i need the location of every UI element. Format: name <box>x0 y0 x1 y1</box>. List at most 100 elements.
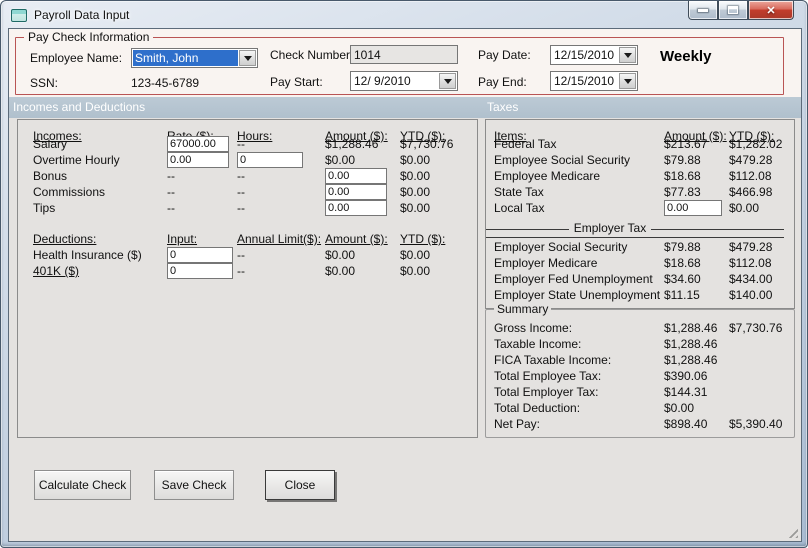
employer-state-unemployment-ytd: $140.00 <box>729 288 773 302</box>
pay-start-datepicker[interactable]: 12/ 9/2010 <box>350 71 458 91</box>
401k-input[interactable] <box>167 263 233 279</box>
client-area: Pay Check Information Employee Name: Smi… <box>8 28 802 542</box>
tax-row-employer-medicare: Employer Medicare $18.68 $112.08 <box>486 255 794 271</box>
salary-hours: -- <box>237 137 245 151</box>
employer-fed-unemployment-amount: $34.60 <box>664 272 701 286</box>
pay-start-value: 12/ 9/2010 <box>354 74 411 88</box>
window-controls: ✕ <box>688 1 794 20</box>
employee-name-label: Employee Name: <box>30 51 123 65</box>
close-icon: ✕ <box>766 4 776 17</box>
total-employer-tax-amount: $144.31 <box>664 385 708 399</box>
chevron-down-icon[interactable] <box>239 50 256 66</box>
net-pay-ytd: $5,390.40 <box>729 417 783 431</box>
employee-name-value: Smith, John <box>133 50 238 66</box>
employer-medicare-amount: $18.68 <box>664 256 701 270</box>
tax-row-employee-ss: Employee Social Security $79.88 $479.28 <box>486 152 794 168</box>
tax-row-local: Local Tax $0.00 <box>486 200 794 216</box>
calculate-check-button[interactable]: Calculate Check <box>34 470 131 500</box>
tax-label: Employee Medicare <box>494 169 601 183</box>
deduction-row-401k: 401K ($) -- $0.00 $0.00 <box>18 263 477 279</box>
summary-legend: Summary <box>494 302 552 316</box>
commissions-rate: -- <box>167 185 175 199</box>
employee-medicare-amount: $18.68 <box>664 169 701 183</box>
summary-row-total-deduction: Total Deduction: $0.00 <box>486 400 794 416</box>
employer-medicare-ytd: $112.08 <box>729 256 772 270</box>
tax-label: Federal Tax <box>494 137 557 151</box>
tips-amount-input[interactable] <box>325 200 387 216</box>
federal-tax-amount: $213.67 <box>664 137 708 151</box>
tax-row-employer-ss: Employer Social Security $79.88 $479.28 <box>486 239 794 255</box>
maximize-icon <box>728 6 738 14</box>
pay-end-datepicker[interactable]: 12/15/2010 <box>550 71 638 91</box>
check-number-input[interactable] <box>350 45 458 64</box>
income-label: Bonus <box>33 169 68 183</box>
tax-row-federal: Federal Tax $213.67 $1,282.02 <box>486 136 794 152</box>
close-window-button[interactable]: ✕ <box>748 1 794 20</box>
ssn-value: 123-45-6789 <box>131 76 200 90</box>
minimize-button[interactable] <box>688 1 718 20</box>
net-pay-amount: $898.40 <box>664 417 708 431</box>
income-row-tips: Tips -- -- $0.00 <box>18 200 477 216</box>
employer-tax-divider: Employer Tax <box>486 221 784 238</box>
summary-row-gross-income: Gross Income: $1,288.46 $7,730.76 <box>486 320 794 336</box>
commissions-amount-input[interactable] <box>325 184 387 200</box>
pay-date-datepicker[interactable]: 12/15/2010 <box>550 45 638 65</box>
health-insurance-ytd: $0.00 <box>400 248 431 262</box>
total-deduction-amount: $0.00 <box>664 401 695 415</box>
tax-label: State Tax <box>494 185 544 199</box>
deduction-label: Health Insurance ($) <box>33 248 142 262</box>
income-row-bonus: Bonus -- -- $0.00 <box>18 168 477 184</box>
save-check-button[interactable]: Save Check <box>154 470 234 500</box>
bonus-rate: -- <box>167 169 175 183</box>
salary-rate-input[interactable] <box>167 136 229 152</box>
bonus-hours: -- <box>237 169 245 183</box>
local-tax-input[interactable] <box>664 200 722 216</box>
deductions-header-row: Deductions: Input: Annual Limit($): Amou… <box>18 231 477 247</box>
overtime-hours-input[interactable] <box>237 152 303 168</box>
chevron-down-icon[interactable] <box>619 73 636 89</box>
employee-ss-ytd: $479.28 <box>729 153 773 167</box>
summary-label: FICA Taxable Income: <box>494 353 612 367</box>
col-ded-amount: Amount ($): <box>325 232 388 246</box>
health-insurance-amount: $0.00 <box>325 248 356 262</box>
employee-name-combobox[interactable]: Smith, John <box>131 48 258 68</box>
overtime-amount: $0.00 <box>325 153 356 167</box>
tax-row-employer-fed-unemployment: Employer Fed Unemployment $34.60 $434.00 <box>486 271 794 287</box>
tax-row-employer-state-unemployment: Employer State Unemployment $11.15 $140.… <box>486 287 794 303</box>
ssn-label: SSN: <box>30 76 59 90</box>
col-input: Input: <box>167 232 198 246</box>
employer-ss-ytd: $479.28 <box>729 240 773 254</box>
close-button[interactable]: Close <box>265 470 335 500</box>
employer-tax-heading: Employer Tax <box>568 221 652 235</box>
commissions-ytd: $0.00 <box>400 185 431 199</box>
minimize-icon <box>698 8 708 12</box>
summary-groupbox: Summary Gross Income: $1,288.46 $7,730.7… <box>485 302 795 438</box>
paycheck-info-legend: Pay Check Information <box>24 30 154 44</box>
income-row-overtime: Overtime Hourly $0.00 $0.00 <box>18 152 477 168</box>
gross-income-ytd: $7,730.76 <box>729 321 783 335</box>
tips-hours: -- <box>237 201 245 215</box>
deduction-row-health-insurance: Health Insurance ($) -- $0.00 $0.00 <box>18 247 477 263</box>
income-row-commissions: Commissions -- -- $0.00 <box>18 184 477 200</box>
total-employee-tax-amount: $390.06 <box>664 369 708 383</box>
titlebar[interactable]: Payroll Data Input ✕ <box>1 1 807 29</box>
401k-ytd: $0.00 <box>400 264 431 278</box>
chevron-down-icon[interactable] <box>439 73 456 89</box>
maximize-button[interactable] <box>718 1 748 20</box>
pay-date-label: Pay Date: <box>478 48 531 62</box>
bonus-amount-input[interactable] <box>325 168 387 184</box>
tax-label: Employer State Unemployment <box>494 288 661 302</box>
health-insurance-input[interactable] <box>167 247 233 263</box>
bonus-ytd: $0.00 <box>400 169 431 183</box>
summary-rows: Gross Income: $1,288.46 $7,730.76 Taxabl… <box>486 310 794 432</box>
incomes-deductions-section-title: Incomes and Deductions <box>13 100 146 114</box>
section-header-bar: Incomes and Deductions Taxes <box>9 97 801 118</box>
401k-link[interactable]: 401K ($) <box>33 264 167 278</box>
chevron-down-icon[interactable] <box>619 47 636 63</box>
tax-label: Employer Medicare <box>494 256 598 270</box>
taxes-section-title: Taxes <box>487 100 519 114</box>
paycheck-info-groupbox: Pay Check Information Employee Name: Smi… <box>15 30 784 95</box>
overtime-rate-input[interactable] <box>167 152 229 168</box>
col-ded-ytd: YTD ($): <box>400 232 446 246</box>
salary-amount: $1,288.46 <box>325 137 379 151</box>
